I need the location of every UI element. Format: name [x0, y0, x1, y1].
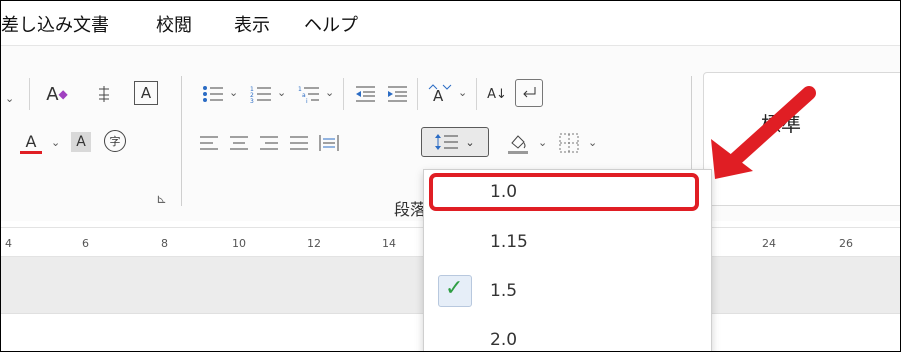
- chevron-down-icon[interactable]: ⌄: [325, 86, 334, 99]
- text-direction-icon[interactable]: A: [426, 82, 454, 106]
- phonetic-guide-icon[interactable]: A ◆: [43, 82, 71, 106]
- phonetic-guide-glyph: A: [46, 83, 59, 105]
- separator: [417, 78, 418, 110]
- multilevel-list-icon[interactable]: 1ai: [297, 82, 321, 106]
- option-label: 1.15: [490, 232, 528, 252]
- chevron-down-icon[interactable]: ⌄: [538, 136, 547, 149]
- increase-indent-icon[interactable]: [385, 82, 409, 106]
- separator: [29, 78, 30, 110]
- show-marks-svg: [523, 87, 536, 98]
- chevron-down-icon[interactable]: ⌄: [277, 86, 286, 99]
- font-color-icon[interactable]: A: [19, 130, 43, 156]
- decrease-indent-svg: [356, 86, 375, 102]
- bullets-svg: [203, 86, 223, 102]
- option-label: 1.5: [490, 281, 518, 301]
- decrease-indent-icon[interactable]: [353, 82, 377, 106]
- ruler-tick: 8: [161, 237, 168, 250]
- chevron-down-icon[interactable]: ⌄: [588, 136, 597, 149]
- paragraph-group-label: 段落: [394, 200, 427, 219]
- font-color-glyph: A: [25, 131, 37, 151]
- option-label: 1.0: [490, 182, 518, 202]
- ruler-tick: 4: [5, 237, 12, 250]
- align-center-svg: [230, 136, 248, 150]
- chevron-down-icon[interactable]: ⌄: [229, 86, 238, 99]
- pencil-icon: ◆: [58, 87, 68, 101]
- menu-help[interactable]: ヘルプ: [304, 11, 358, 37]
- justify-icon[interactable]: [288, 132, 310, 154]
- line-spacing-option[interactable]: 2.0: [424, 318, 711, 351]
- sort-icon[interactable]: A↓: [483, 82, 511, 106]
- enclosed-circle-icon[interactable]: 字: [104, 130, 126, 152]
- align-right-icon[interactable]: [258, 132, 280, 154]
- char-border-icon[interactable]: A: [134, 81, 158, 105]
- red-arrow-icon: [711, 86, 816, 179]
- text-direction-svg: A: [428, 84, 452, 105]
- align-center-icon[interactable]: [228, 132, 250, 154]
- group-separator: [181, 76, 182, 206]
- font-group-launcher-icon[interactable]: ⊾: [156, 192, 167, 207]
- ruler-tick: 6: [82, 237, 89, 250]
- justify-svg: [290, 136, 308, 150]
- line-spacing-dropdown: 1.0 1.15 ✓ 1.5 2.0: [423, 169, 712, 351]
- word-window: 差し込み文書 校閲 表示 ヘルプ ⌄ A ◆ A ⌄ 123 ⌄ 1ai ⌄ A…: [0, 0, 901, 352]
- menu-bar: 差し込み文書 校閲 表示 ヘルプ: [1, 1, 900, 46]
- sort-glyph: A↓: [487, 86, 507, 102]
- line-spacing-button[interactable]: ⌄: [421, 127, 489, 157]
- char-border-glyph: A: [140, 84, 152, 102]
- shading-icon[interactable]: [506, 130, 530, 156]
- distributed-icon[interactable]: [318, 132, 340, 154]
- menu-mailings[interactable]: 差し込み文書: [1, 11, 109, 37]
- line-spacing-option[interactable]: 1.0: [424, 170, 711, 215]
- borders-icon[interactable]: [558, 132, 580, 154]
- enclosed-circle-glyph: 字: [109, 135, 121, 148]
- numbering-icon[interactable]: 123: [249, 82, 273, 106]
- char-shading-glyph: A: [76, 134, 86, 150]
- numbering-svg: 123: [250, 86, 271, 104]
- option-label: 2.0: [490, 330, 518, 350]
- line-spacing-option[interactable]: ✓ 1.5: [424, 269, 711, 314]
- line-spacing-icon: [435, 134, 459, 150]
- chevron-down-icon: ⌄: [465, 135, 475, 149]
- enclosed-char-icon[interactable]: [93, 82, 115, 106]
- ruler-tick: 24: [762, 237, 776, 250]
- ruler-tick: 14: [382, 237, 396, 250]
- paint-bucket-icon: [511, 134, 526, 149]
- show-marks-icon[interactable]: [515, 79, 543, 107]
- chevron-down-icon[interactable]: ⌄: [51, 136, 60, 149]
- checkmark-icon: ✓: [438, 275, 472, 307]
- increase-indent-svg: [388, 86, 407, 102]
- menu-review[interactable]: 校閲: [156, 11, 192, 37]
- svg-text:i: i: [306, 98, 308, 104]
- align-left-svg: [200, 136, 218, 150]
- borders-svg: [559, 133, 579, 153]
- char-shading-icon[interactable]: A: [71, 132, 91, 152]
- menu-view[interactable]: 表示: [234, 11, 270, 37]
- bullets-icon[interactable]: [201, 82, 225, 106]
- highlight-box: [429, 173, 699, 211]
- line-spacing-option[interactable]: 1.15: [424, 220, 711, 265]
- enclosed-char-svg: [99, 86, 109, 102]
- checkmark-glyph: ✓: [445, 276, 464, 301]
- align-left-icon[interactable]: [198, 132, 220, 154]
- separator: [343, 78, 344, 110]
- svg-text:A: A: [433, 87, 444, 105]
- separator: [476, 78, 477, 110]
- align-right-svg: [260, 136, 278, 150]
- ruler-tick: 10: [232, 237, 246, 250]
- multilevel-svg: 1ai: [298, 86, 319, 104]
- chevron-down-icon[interactable]: ⌄: [5, 92, 14, 105]
- distributed-svg: [319, 135, 339, 151]
- shading-color-bar: [508, 150, 528, 154]
- svg-text:3: 3: [250, 98, 254, 104]
- ruler-tick: 12: [307, 237, 321, 250]
- chevron-down-icon[interactable]: ⌄: [458, 86, 467, 99]
- ruler-tick: 26: [839, 237, 853, 250]
- font-color-bar: [20, 150, 42, 154]
